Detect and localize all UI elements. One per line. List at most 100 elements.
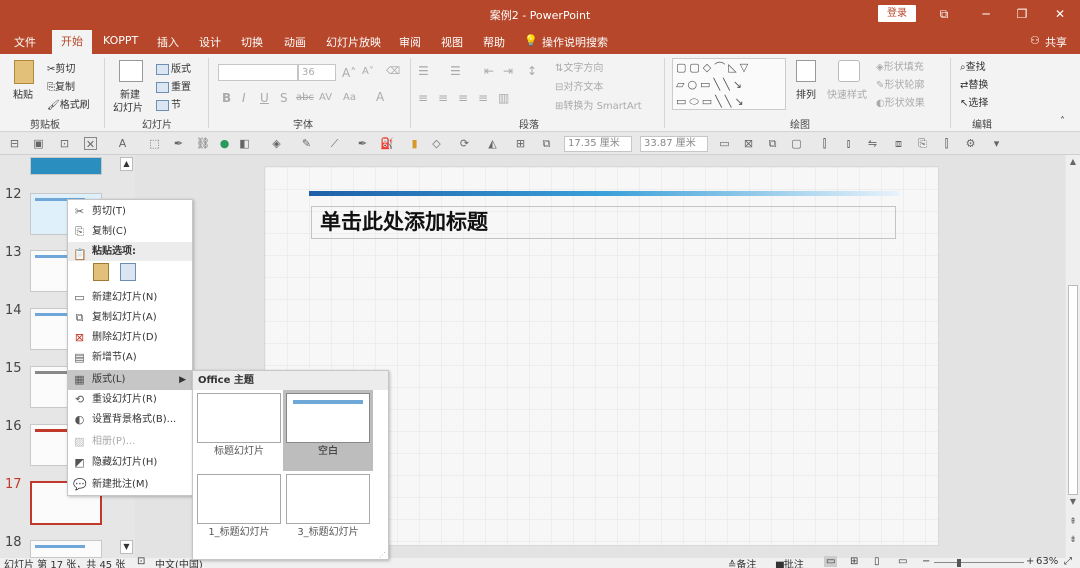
reading-view-icon[interactable]: ▯ <box>874 556 880 567</box>
zoom-in-icon[interactable]: + <box>1026 556 1034 567</box>
bullets-icon[interactable]: ☰ <box>418 64 429 78</box>
tell-me-search[interactable]: 操作说明搜索 <box>542 34 608 50</box>
box-icon[interactable]: ▭ <box>718 137 731 150</box>
copy-small-icon[interactable]: ⎘ <box>916 137 929 150</box>
menu-item-reset-slide[interactable]: ⟲ 重设幻灯片(R) <box>68 390 192 410</box>
paint-icon[interactable]: ⛽ <box>380 137 394 150</box>
font-a-icon[interactable]: A <box>116 137 129 150</box>
fill-icon[interactable]: ◧ <box>238 137 251 150</box>
tab-review[interactable]: 审阅 <box>399 34 421 50</box>
more-icon[interactable]: ▾ <box>990 137 1003 150</box>
shadow-icon[interactable]: S <box>280 91 288 105</box>
shapes-gallery[interactable]: ▢▢◇⌒◺▽ ▱○▭╲╲↘ ▭⬭▭╲╲↘ <box>672 58 786 110</box>
resize-grip-icon[interactable]: ⋰ <box>379 551 386 559</box>
layout-3-title-slide[interactable] <box>286 474 370 524</box>
bucket-icon[interactable]: ◈ <box>270 137 283 150</box>
group-icon[interactable]: ⧉ <box>540 137 553 150</box>
next-slide-icon[interactable]: ⇟ <box>1067 535 1079 547</box>
layout-title-slide[interactable] <box>197 393 281 443</box>
clear-format-icon[interactable]: ⌫ <box>386 66 400 77</box>
align-left-icon[interactable]: ≡ <box>418 91 428 105</box>
shape-height-input[interactable]: 17.35 厘米 <box>564 136 632 152</box>
spellcheck-icon[interactable]: ⊡ <box>137 556 145 567</box>
menu-item-new-comment[interactable]: 💬 新建批注(M) <box>68 475 192 495</box>
vertical-scrollbar[interactable]: ▲ ▼ ⇞ ⇟ <box>1066 155 1080 558</box>
restore-icon[interactable]: ❐ <box>1010 4 1034 24</box>
scroll-down-icon[interactable]: ▼ <box>1067 497 1079 509</box>
slide-thumbnail-11[interactable] <box>30 157 102 175</box>
layout-1-title-slide[interactable] <box>197 474 281 524</box>
shrink-font-icon[interactable]: A˅ <box>362 66 374 77</box>
shape-icon[interactable]: ⬚ <box>148 137 161 150</box>
paste-button[interactable]: 粘贴 <box>13 86 33 101</box>
effect-icon[interactable]: ◭ <box>486 137 499 150</box>
arrange-button[interactable]: 排列 <box>796 86 816 101</box>
minimize-icon[interactable]: ─ <box>974 4 998 24</box>
align-icon[interactable]: ⫿ <box>818 137 831 150</box>
bold-icon[interactable]: B <box>222 91 231 105</box>
align-small-icon[interactable]: ⫿ <box>940 137 953 150</box>
slideshow-view-icon[interactable]: ▭ <box>898 556 907 567</box>
ribbon-display-options-icon[interactable]: ⧉ <box>932 4 956 24</box>
tab-file[interactable]: 文件 <box>14 34 36 50</box>
flip-icon[interactable]: ⇋ <box>866 137 879 150</box>
smartart-button[interactable]: ⊞转换为 SmartArt <box>555 97 642 112</box>
scroll-up-icon[interactable]: ▲ <box>1067 157 1079 169</box>
menu-item-copy[interactable]: ⎘ 复制(C) <box>68 222 192 242</box>
tab-design[interactable]: 设计 <box>199 34 221 50</box>
tab-insert[interactable]: 插入 <box>157 34 179 50</box>
tab-view[interactable]: 视图 <box>441 34 463 50</box>
shape-fill-button[interactable]: ◈形状填充 <box>876 58 924 73</box>
select-button[interactable]: ↖选择 <box>960 94 988 109</box>
pen-tool-icon[interactable]: ✎ <box>300 137 313 150</box>
eyedropper-icon[interactable]: ✒ <box>172 137 185 150</box>
sorter-view-icon[interactable]: ⊞ <box>850 556 858 567</box>
align-center-icon[interactable]: ≡ <box>438 91 448 105</box>
chart-icon[interactable]: ▮ <box>408 137 421 150</box>
fit-to-window-icon[interactable]: ⤢ <box>1064 556 1072 567</box>
tab-slideshow[interactable]: 幻灯片放映 <box>326 34 381 50</box>
comments-button[interactable]: ▆批注 <box>776 556 804 568</box>
cross-box-icon[interactable]: ⊠ <box>742 137 755 150</box>
cut-button[interactable]: ✂剪切 <box>47 60 75 75</box>
collapse-ribbon-icon[interactable]: ˄ <box>1060 116 1065 127</box>
crop-icon[interactable]: ⊡ <box>58 137 71 150</box>
underline-icon[interactable]: U <box>260 91 269 105</box>
section-button[interactable]: 节 <box>156 96 181 111</box>
scroll-up-icon[interactable]: ▲ <box>120 157 133 171</box>
italic-icon[interactable]: I <box>242 91 246 105</box>
format-painter-button[interactable]: 🖌格式刷 <box>47 96 90 111</box>
zoom-out-icon[interactable]: − <box>922 556 930 567</box>
menu-item-new-slide[interactable]: ▭ 新建幻灯片(N) <box>68 288 192 308</box>
tab-help[interactable]: 帮助 <box>483 34 505 50</box>
decrease-indent-icon[interactable]: ⇤ <box>484 64 494 78</box>
share-button[interactable]: 共享 <box>1045 34 1067 50</box>
zoom-slider-thumb[interactable] <box>957 559 961 567</box>
line-icon[interactable]: ⟋ <box>328 137 341 150</box>
close-icon[interactable]: ✕ <box>1048 4 1072 24</box>
menu-item-cut[interactable]: ✂ 剪切(T) <box>68 202 192 222</box>
align-text-button[interactable]: ⊟对齐文本 <box>555 78 603 93</box>
circle-icon[interactable]: ● <box>218 137 231 150</box>
shape-width-input[interactable]: 33.87 厘米 <box>640 136 708 152</box>
link-icon[interactable]: ⛓ <box>196 137 210 150</box>
menu-item-add-section[interactable]: ▤ 新增节(A) <box>68 348 192 368</box>
replace-button[interactable]: ⇄替换 <box>960 76 988 91</box>
paste-picture-icon[interactable] <box>120 263 136 281</box>
quick-styles-button[interactable]: 快速样式 <box>827 86 867 101</box>
menu-item-layout[interactable]: ▦ 版式(L) ▶ <box>68 370 192 390</box>
find-button[interactable]: ⌕查找 <box>960 58 986 73</box>
reset-button[interactable]: 重置 <box>156 78 191 93</box>
picker-icon[interactable]: ✒ <box>356 137 369 150</box>
rotate-icon[interactable]: ⟳ <box>458 137 471 150</box>
shape-style-icon[interactable]: ◇ <box>430 137 443 150</box>
strikethrough-icon[interactable]: abc <box>296 92 314 103</box>
tool-icon[interactable]: ⚙ <box>964 137 977 150</box>
grow-font-icon[interactable]: A˄ <box>342 66 356 80</box>
justify-icon[interactable]: ≡ <box>478 91 488 105</box>
text-direction-button[interactable]: ⇅文字方向 <box>555 59 603 74</box>
copy-button[interactable]: ⎘复制 <box>47 78 75 93</box>
grid-icon[interactable]: ⊞ <box>514 137 527 150</box>
change-case-icon[interactable]: Aa <box>343 92 356 103</box>
align-right-icon[interactable]: ≡ <box>458 91 468 105</box>
